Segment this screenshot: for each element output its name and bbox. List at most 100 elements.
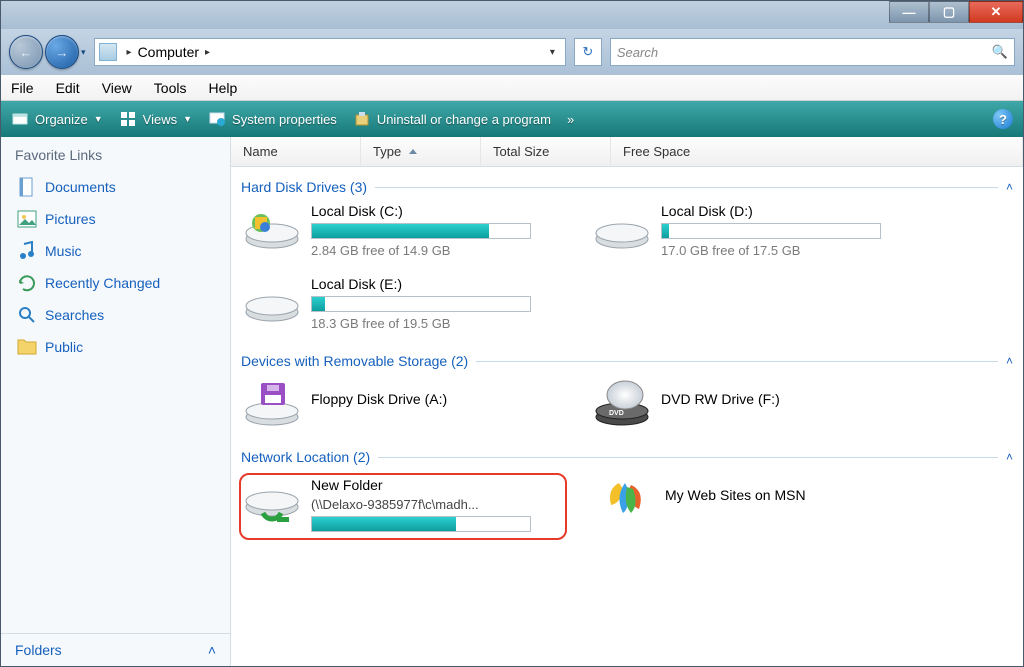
column-type[interactable]: Type [361,137,481,166]
command-bar: Organize ▼ Views ▼ System properties Uni… [1,101,1023,137]
group-network-location[interactable]: Network Location (2) ˄ [237,441,1017,469]
views-button[interactable]: Views ▼ [119,110,192,128]
caret-down-icon: ▼ [183,114,192,124]
caret-down-icon: ▼ [94,114,103,124]
sidebar: Favorite Links Documents Pictures Music … [1,137,231,666]
drive-info: Local Disk (D:) 17.0 GB free of 17.5 GB [661,203,913,258]
uninstall-button[interactable]: Uninstall or change a program [353,110,551,128]
sidebar-item-documents[interactable]: Documents [9,171,222,203]
menu-edit[interactable]: Edit [56,80,80,96]
drive-info: New Folder (\\Delaxo-9385977f\c\madh... [311,477,563,536]
group-removable-storage[interactable]: Devices with Removable Storage (2) ˄ [237,345,1017,373]
close-button[interactable]: ✕ [969,1,1023,23]
sidebar-item-pictures[interactable]: Pictures [9,203,222,235]
toolbar-overflow-button[interactable]: » [567,112,574,127]
drive-dvd-f[interactable]: DVD DVD RW Drive (F:) [593,377,913,427]
usage-bar [661,223,881,239]
organize-button[interactable]: Organize ▼ [11,110,103,128]
address-dropdown-icon[interactable]: ▾ [550,47,555,58]
hdd-icon [593,203,651,253]
chevron-up-icon: ˄ [208,642,216,658]
recent-icon [17,273,37,293]
column-total-size[interactable]: Total Size [481,137,611,166]
column-free-space[interactable]: Free Space [611,137,1023,166]
sidebar-item-recently-changed[interactable]: Recently Changed [9,267,222,299]
music-icon [17,241,37,261]
help-button[interactable]: ? [993,109,1013,129]
sidebar-label: Public [45,339,83,355]
column-name[interactable]: Name [231,137,361,166]
arrow-left-icon: ← [20,45,33,60]
arrow-right-icon: → [56,45,69,60]
drive-row: Local Disk (C:) 2.84 GB free of 14.9 GB … [237,199,1017,272]
collapse-icon[interactable]: ˄ [1006,450,1013,464]
pictures-icon [17,209,37,229]
sidebar-header: Favorite Links [1,137,230,171]
views-label: Views [143,112,177,127]
computer-icon [99,43,117,61]
maximize-button[interactable]: ▢ [929,1,969,23]
msn-butterfly-icon [597,473,655,523]
hdd-icon [243,203,301,253]
breadcrumb-root[interactable]: Computer [138,44,199,60]
nav-row: ← → ▾ ▸ Computer ▸ ▾ ↻ Search 🔍 [1,29,1023,75]
menu-help[interactable]: Help [208,80,237,96]
drive-name: Local Disk (C:) [311,203,563,219]
menu-bar: File Edit View Tools Help [1,75,1023,101]
system-properties-button[interactable]: System properties [208,110,337,128]
drive-local-d[interactable]: Local Disk (D:) 17.0 GB free of 17.5 GB [593,203,913,258]
collapse-icon[interactable]: ˄ [1006,354,1013,368]
drive-floppy-a[interactable]: Floppy Disk Drive (A:) [243,377,563,427]
searches-icon [17,305,37,325]
drive-name: Floppy Disk Drive (A:) [311,391,563,407]
sidebar-label: Recently Changed [45,275,160,291]
drive-free-text: 18.3 GB free of 19.5 GB [311,316,563,331]
folders-section-toggle[interactable]: Folders ˄ [1,633,230,666]
group-title: Hard Disk Drives (3) [241,179,367,195]
drive-row: Floppy Disk Drive (A:) DVD DVD RW Drive … [237,373,1017,441]
sidebar-item-music[interactable]: Music [9,235,222,267]
content-pane: Name Type Total Size Free Space Hard Dis… [231,137,1023,666]
organize-icon [11,110,29,128]
minimize-button[interactable]: — [889,1,929,23]
folders-label: Folders [15,642,62,658]
sidebar-item-public[interactable]: Public [9,331,222,363]
menu-tools[interactable]: Tools [154,80,187,96]
menu-file[interactable]: File [11,80,34,96]
drive-name: DVD RW Drive (F:) [661,391,913,407]
dvd-drive-icon: DVD [593,377,651,427]
network-drive-icon [243,477,301,527]
documents-icon [17,177,37,197]
drive-info: My Web Sites on MSN [665,473,917,507]
address-bar[interactable]: ▸ Computer ▸ ▾ [94,38,566,66]
breadcrumb-sep-icon: ▸ [205,47,210,58]
hdd-icon [243,276,301,326]
back-button[interactable]: ← [9,35,43,69]
menu-view[interactable]: View [102,80,132,96]
drive-network-folder[interactable]: New Folder (\\Delaxo-9385977f\c\madh... [243,477,563,536]
nav-history-dropdown[interactable]: ▾ [81,47,86,58]
sidebar-item-searches[interactable]: Searches [9,299,222,331]
drive-info: Floppy Disk Drive (A:) [311,377,563,411]
explorer-window: — ▢ ✕ ← → ▾ ▸ Computer ▸ ▾ ↻ Search 🔍 Fi… [0,0,1024,667]
collapse-icon[interactable]: ˄ [1006,180,1013,194]
usage-bar [311,223,531,239]
group-hard-disk-drives[interactable]: Hard Disk Drives (3) ˄ [237,171,1017,199]
drive-free-text: 2.84 GB free of 14.9 GB [311,243,563,258]
drive-local-e[interactable]: Local Disk (E:) 18.3 GB free of 19.5 GB [243,276,563,331]
usage-bar [311,296,531,312]
drive-msn-web[interactable]: My Web Sites on MSN [597,473,917,540]
sysprops-icon [208,110,226,128]
drive-name: My Web Sites on MSN [665,487,917,503]
refresh-icon: ↻ [582,44,593,60]
uninstall-label: Uninstall or change a program [377,112,551,127]
uninstall-icon [353,110,371,128]
refresh-button[interactable]: ↻ [574,38,602,66]
search-input[interactable]: Search 🔍 [610,38,1015,66]
window-controls: — ▢ ✕ [889,1,1023,23]
forward-button[interactable]: → [45,35,79,69]
floppy-drive-icon [243,377,301,427]
sidebar-label: Documents [45,179,116,195]
search-icon: 🔍 [992,44,1008,60]
drive-local-c[interactable]: Local Disk (C:) 2.84 GB free of 14.9 GB [243,203,563,258]
